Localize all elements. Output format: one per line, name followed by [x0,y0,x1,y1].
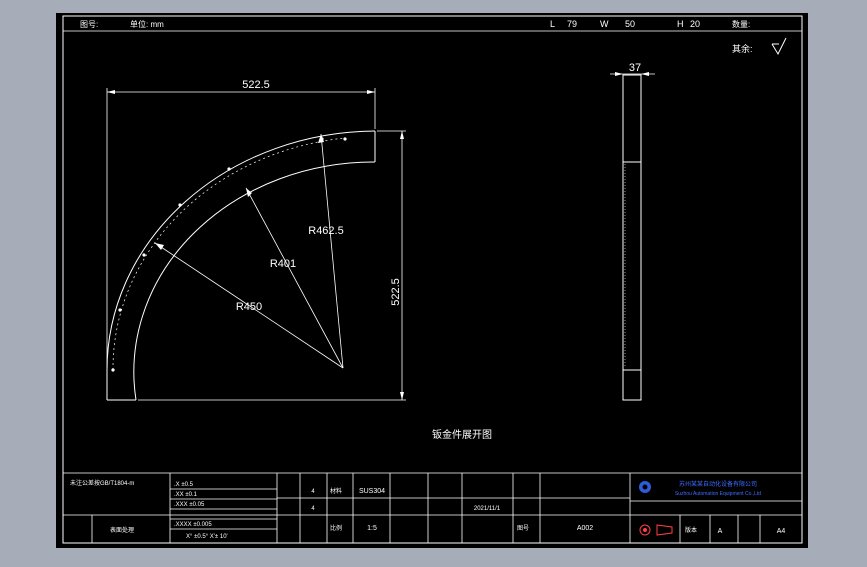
hole [118,308,122,312]
dim-h-label: H [677,19,684,29]
tol-row-1: .X ±0.5 [174,482,194,488]
company-logo-icon [639,481,651,493]
height-dim-text: 522.5 [390,278,402,306]
radius-outer-text: R462.5 [308,225,343,237]
company-en: Suzhou Automation Equipment Co.,Ltd [675,491,761,497]
revision: A [718,528,723,535]
sheet-size: A4 [777,528,786,535]
scale-label: 比例 [330,524,342,532]
dim-w-value: 50 [625,19,635,29]
technical-note: 钣金件展开图 [432,428,492,441]
dim-l-label: L [550,19,555,29]
company-name: 苏州某某自动化设备有限公司 [679,480,757,488]
hole [343,137,347,141]
hole [142,253,146,257]
header-field-1: 图号: [80,20,98,29]
date-value: 2021/11/1 [474,506,501,512]
hole [227,167,231,171]
drawing-no-label: 图号 [517,525,529,532]
material-label: 材料 [330,487,342,495]
hole [111,368,115,372]
hole [178,203,182,207]
header-field-2: 单位: mm [130,19,164,29]
angle-row: X° ±0.5° X'± 10' [186,534,228,540]
material-value: SUS304 [359,488,385,495]
drawing-no-value: A002 [577,525,593,532]
tol-row-3: .XXX ±0.05 [174,502,205,508]
scale-value: 1:5 [367,525,377,532]
dim-w-label: W [600,19,609,29]
quantity-label: 数量: [732,19,750,29]
drawing-sheet [56,13,808,548]
surface-label: 表面处理 [110,526,134,534]
radius-inner-text: R401 [270,258,296,270]
dim-h-value: 20 [690,19,700,29]
tolerance-title: 未注公差按GB/T1804-m [70,479,134,487]
radius-mid-text: R450 [236,301,262,313]
tol-row-2: .XX ±0.1 [174,492,198,498]
drawing-canvas: 图号: 单位: mm L 79 W 50 H 20 数量: 其余: 522.5 … [56,13,808,548]
thickness-dim-text: 37 [629,62,641,74]
cad-viewport[interactable]: 图号: 单位: mm L 79 W 50 H 20 数量: 其余: 522.5 … [0,0,867,562]
surface-note: 其余: [732,43,753,54]
version-label: 版本 [685,526,697,534]
width-dim-text: 522.5 [242,79,270,91]
tol-row-4: .XXXX ±0.005 [174,522,212,528]
dim-l-value: 79 [567,19,577,29]
